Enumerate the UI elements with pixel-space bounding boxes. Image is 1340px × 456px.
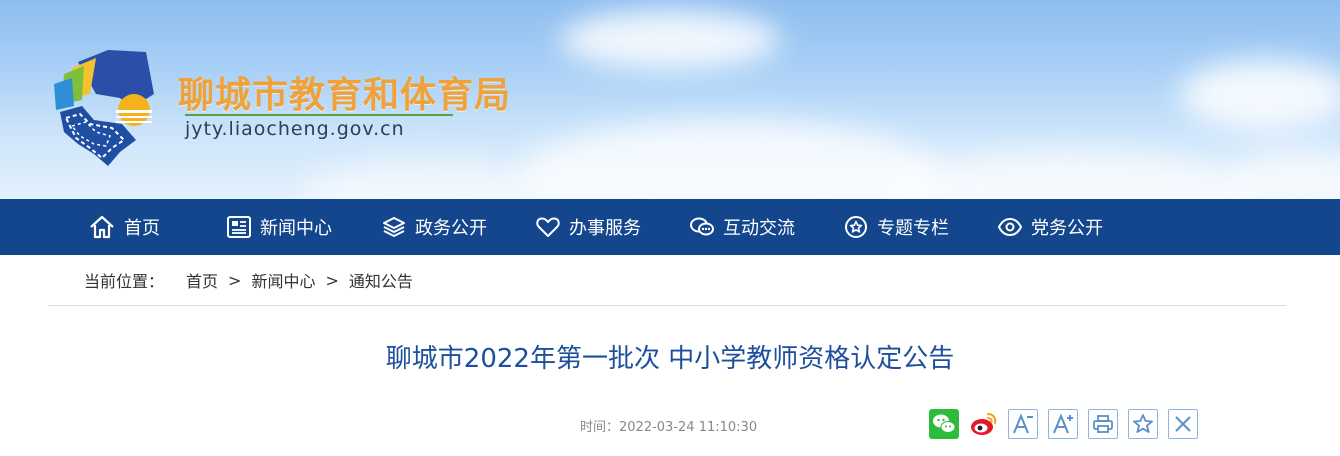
article-title: 聊城市2022年第一批次 中小学教师资格认定公告 [385,344,955,374]
nav-item-interaction[interactable]: 互动交流 [689,199,795,255]
print-button[interactable] [1088,409,1118,439]
favorite-button[interactable] [1128,409,1158,439]
breadcrumb-separator: > [325,270,339,290]
font-decrease-button[interactable] [1008,409,1038,439]
nav-label-services: 办事服务 [569,218,641,239]
wechat-share-button[interactable] [929,409,959,439]
bureau-logo[interactable] [50,48,160,168]
site-title: 聊城市教育和体育局 [178,75,512,116]
publish-time: 时间：2022-03-24 11:10:30 [580,416,757,435]
nav-item-home[interactable]: 首页 [88,199,160,255]
breadcrumb-separator: > [228,270,242,290]
close-button[interactable] [1168,409,1198,439]
nav-label-party-affairs: 党务公开 [1031,218,1103,239]
cloud-decoration [1180,60,1340,130]
breadcrumb-divider [48,305,1286,306]
font-decrease-icon [1013,413,1033,434]
nav-item-services[interactable]: 办事服务 [535,199,641,255]
cloud-decoration [300,160,560,199]
nav-label-gov-affairs: 政务公开 [415,218,487,239]
layers-icon [383,217,405,237]
nav-item-gov-affairs[interactable]: 政务公开 [381,199,487,255]
breadcrumb-notices[interactable]: 通知公告 [349,268,413,292]
heart-icon [536,217,560,237]
print-icon [1093,415,1113,433]
eye-icon [997,217,1023,237]
close-icon [1175,416,1191,432]
nav-item-party-affairs[interactable]: 党务公开 [997,199,1103,255]
nav-item-topics[interactable]: 专题专栏 [843,199,949,255]
breadcrumb: 当前位置： 首页 > 新闻中心 > 通知公告 [84,268,413,292]
cloud-decoration [520,120,940,199]
nav-label-news: 新闻中心 [260,218,332,239]
site-domain: jyty.liaocheng.gov.cn [185,118,405,140]
font-increase-button[interactable] [1048,409,1078,439]
nav-item-news[interactable]: 新闻中心 [226,199,332,255]
publish-time-value: 2022-03-24 11:10:30 [619,420,758,435]
breadcrumb-news[interactable]: 新闻中心 [251,268,315,292]
domain-underline [185,114,453,116]
breadcrumb-label: 当前位置： [84,272,165,291]
cloud-decoration [1230,150,1340,199]
nav-label-interaction: 互动交流 [723,218,795,239]
nav-label-home: 首页 [124,218,160,239]
font-increase-icon [1053,413,1073,434]
chat-icon [690,217,714,236]
publish-time-label: 时间： [580,420,620,435]
weibo-share-icon [971,412,997,435]
main-nav: 首页 新闻中心 政务公开 办事服务 互动交流 专题专栏 党务公开 [0,199,1340,255]
wechat-share-icon [929,409,959,439]
cloud-decoration [880,150,1260,199]
newspaper-icon [227,216,251,238]
header-banner: 聊城市教育和体育局 jyty.liaocheng.gov.cn [0,0,1340,199]
favorite-icon [1133,414,1153,433]
cloud-decoration [560,10,780,70]
home-icon [90,215,114,239]
breadcrumb-home[interactable]: 首页 [186,268,218,292]
star-circle-icon [845,216,867,238]
weibo-share-button[interactable] [968,409,998,439]
nav-label-topics: 专题专栏 [877,218,949,239]
